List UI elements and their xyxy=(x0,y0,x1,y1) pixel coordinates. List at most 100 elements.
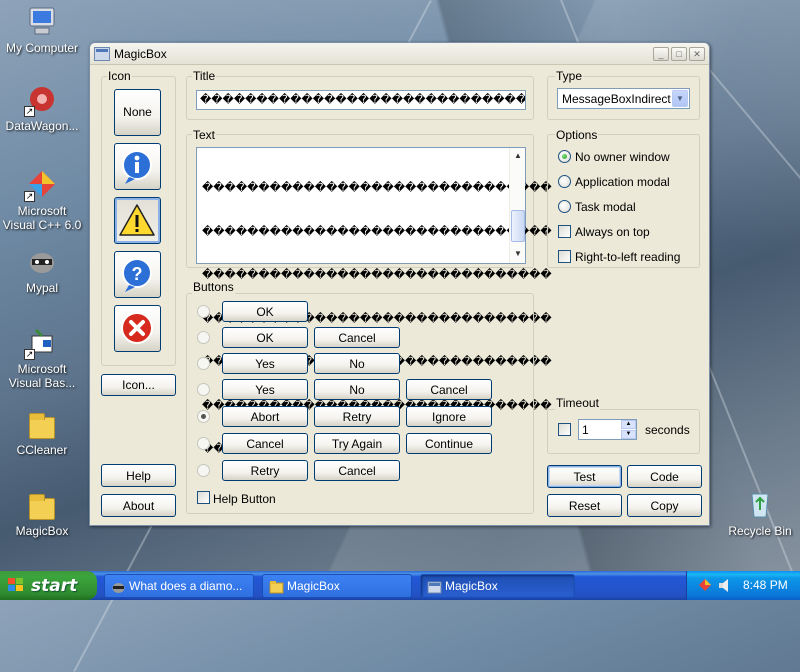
copy-button[interactable]: Copy xyxy=(627,494,702,517)
button-set-4-option[interactable]: Abort xyxy=(222,406,308,427)
desktop-icon-ccleaner[interactable]: CCleaner xyxy=(0,411,84,457)
button-set-radio[interactable] xyxy=(197,305,210,318)
timeout-spinner[interactable]: 1 ▲ ▼ xyxy=(578,419,637,440)
icon-warning-button[interactable] xyxy=(114,197,161,244)
button-set-5-option[interactable]: Cancel xyxy=(222,433,308,454)
text-scrollbar[interactable]: ▲ ▼ xyxy=(509,148,525,263)
app-icon xyxy=(427,579,442,594)
tray-network-icon[interactable] xyxy=(697,577,713,593)
button-set-5-option[interactable]: Try Again xyxy=(314,433,400,454)
start-button[interactable]: start xyxy=(0,571,97,600)
no-owner-window-radio[interactable] xyxy=(558,150,571,163)
button-set-radio[interactable] xyxy=(197,437,210,450)
clock: 8:48 PM xyxy=(743,578,788,592)
spin-down-icon[interactable]: ▼ xyxy=(621,430,636,439)
button-set-radio[interactable] xyxy=(197,357,210,370)
desktop-icon-label: Mypal xyxy=(25,281,58,295)
chevron-down-icon[interactable]: ▼ xyxy=(672,90,688,107)
taskbar-task-label: What does a diamo... xyxy=(129,579,243,593)
icon-none-button[interactable]: None xyxy=(114,89,161,136)
application-modal-radio[interactable] xyxy=(558,175,571,188)
timeout-value: 1 xyxy=(582,423,589,437)
desktop-icon-visual-basic[interactable]: ↗ Microsoft Visual Bas... xyxy=(0,326,84,390)
button-set-6-option[interactable]: Cancel xyxy=(314,460,400,481)
maximize-button[interactable]: □ xyxy=(671,46,687,61)
desktop-icon-magicbox[interactable]: MagicBox xyxy=(0,492,84,538)
close-button[interactable]: ✕ xyxy=(689,46,705,61)
app-icon xyxy=(94,46,110,61)
scroll-thumb[interactable] xyxy=(511,210,525,242)
taskbar-task-active[interactable]: MagicBox xyxy=(420,574,575,598)
desktop-icon-datawagon[interactable]: ↗ DataWagon... xyxy=(0,83,84,133)
always-on-top-label: Always on top xyxy=(575,225,650,239)
timeout-checkbox[interactable] xyxy=(558,423,571,436)
reset-button[interactable]: Reset xyxy=(547,494,622,517)
task-modal-radio[interactable] xyxy=(558,200,571,213)
text-group-label: Text xyxy=(192,128,217,142)
button-set-3-option[interactable]: No xyxy=(314,379,400,400)
folder-icon xyxy=(29,494,55,520)
no-owner-window-label: No owner window xyxy=(575,150,670,164)
tray-speaker-icon[interactable] xyxy=(717,577,733,593)
button-set-1-option[interactable]: Cancel xyxy=(314,327,400,348)
scroll-up-icon[interactable]: ▲ xyxy=(510,148,526,164)
text-input[interactable]: ������������������������������� ��������… xyxy=(196,147,552,455)
text-line: ������������������������������� xyxy=(202,181,552,194)
test-button[interactable]: Test xyxy=(547,465,622,488)
task-modal-label: Task modal xyxy=(575,200,636,214)
title-input[interactable]: �������������������������������� xyxy=(196,90,526,110)
desktop-icon-my-computer[interactable]: My Computer xyxy=(0,5,84,55)
visual-cpp-icon: ↗ xyxy=(24,168,58,202)
help-button-checkbox[interactable] xyxy=(197,491,210,504)
type-group-label: Type xyxy=(555,69,584,83)
spin-up-icon[interactable]: ▲ xyxy=(621,420,636,429)
button-set-radio[interactable] xyxy=(197,383,210,396)
button-set-radio[interactable] xyxy=(197,464,210,477)
button-set-3-option[interactable]: Cancel xyxy=(406,379,492,400)
datawagon-icon: ↗ xyxy=(24,83,58,117)
scroll-down-icon[interactable]: ▼ xyxy=(510,246,526,262)
system-tray: 8:48 PM xyxy=(686,571,800,600)
button-set-2-option[interactable]: No xyxy=(314,353,400,374)
help-button-label: Help Button xyxy=(213,492,276,506)
folder-icon xyxy=(29,413,55,439)
type-select[interactable]: MessageBoxIndirect ▼ xyxy=(557,88,690,109)
taskbar: start What does a diamo... MagicBox Magi… xyxy=(0,571,800,600)
desktop-icon-mypal[interactable]: Mypal xyxy=(0,245,84,295)
window-titlebar[interactable]: MagicBox _ □ ✕ xyxy=(90,43,709,65)
about-button[interactable]: About xyxy=(101,494,176,517)
desktop-icon-visual-cpp[interactable]: ↗ Microsoft Visual C++ 6.0 xyxy=(0,168,84,232)
right-to-left-checkbox[interactable] xyxy=(558,250,571,263)
timeout-group-label: Timeout xyxy=(555,396,600,410)
icon-error-button[interactable] xyxy=(114,305,161,352)
button-set-radio[interactable] xyxy=(197,331,210,344)
always-on-top-checkbox[interactable] xyxy=(558,225,571,238)
icon-information-button[interactable] xyxy=(114,143,161,190)
folder-icon xyxy=(269,579,284,594)
code-button[interactable]: Code xyxy=(627,465,702,488)
taskbar-task-label: MagicBox xyxy=(287,579,340,593)
button-set-5-option[interactable]: Continue xyxy=(406,433,492,454)
taskbar-task[interactable]: What does a diamo... xyxy=(104,574,254,598)
computer-icon xyxy=(26,5,58,37)
help-button[interactable]: Help xyxy=(101,464,176,487)
windows-flag-icon xyxy=(8,578,24,593)
button-set-0-option[interactable]: OK xyxy=(222,301,308,322)
button-set-3-option[interactable]: Yes xyxy=(222,379,308,400)
button-set-4-option[interactable]: Ignore xyxy=(406,406,492,427)
button-set-4-option[interactable]: Retry xyxy=(314,406,400,427)
icon-question-button[interactable]: ? xyxy=(114,251,161,298)
desktop-icon-label: My Computer xyxy=(5,41,79,55)
icon-browse-button[interactable]: Icon... xyxy=(101,374,176,396)
button-set-6-option[interactable]: Retry xyxy=(222,460,308,481)
taskbar-task[interactable]: MagicBox xyxy=(262,574,412,598)
mypal-icon xyxy=(111,579,126,593)
minimize-button[interactable]: _ xyxy=(653,46,669,61)
button-set-2-option[interactable]: Yes xyxy=(222,353,308,374)
button-set-1-option[interactable]: OK xyxy=(222,327,308,348)
icon-none-label: None xyxy=(123,105,152,119)
button-set-radio[interactable] xyxy=(197,410,210,423)
warning-icon xyxy=(119,204,155,236)
desktop-icon-label: CCleaner xyxy=(16,443,68,457)
desktop-icon-recycle-bin[interactable]: Recycle Bin xyxy=(718,488,800,538)
